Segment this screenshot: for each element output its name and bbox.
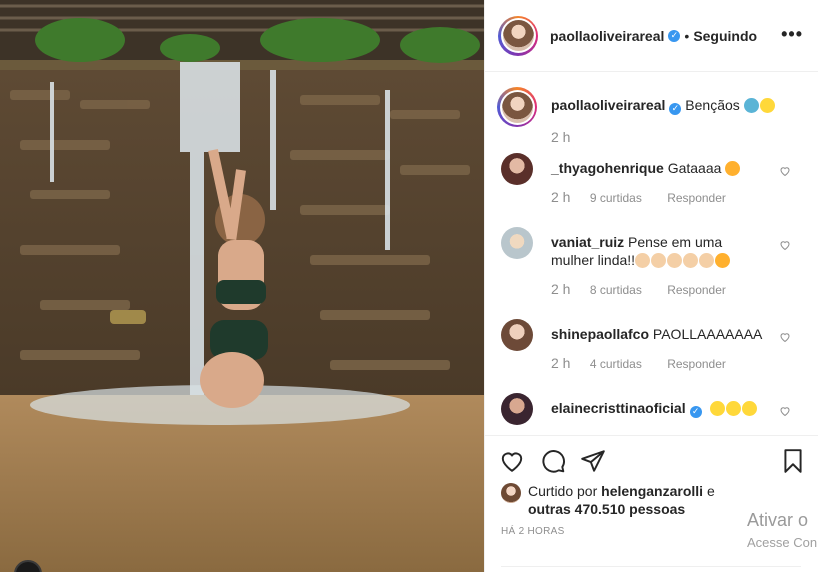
reply-button[interactable]: Responder <box>667 283 726 297</box>
post-time-ago[interactable]: HÁ 2 HORAS <box>501 526 565 537</box>
comments-list[interactable]: paollaoliveirareal ✓ Bençãos 2 h _thyagoh… <box>485 73 818 435</box>
bookmark-icon[interactable] <box>780 448 806 474</box>
comment-avatar[interactable] <box>501 227 533 259</box>
comment-heart-icon[interactable] <box>779 331 791 343</box>
comment-username[interactable]: shinepaollafco <box>551 326 649 342</box>
comment-username[interactable]: vaniat_ruiz <box>551 234 624 250</box>
comment-heart-icon[interactable] <box>779 405 791 417</box>
reply-button[interactable]: Responder <box>667 357 726 371</box>
comment-text: Gataaaa <box>667 160 722 176</box>
comment-likes[interactable]: 4 curtidas <box>590 357 642 371</box>
yellow-heart-emoji-icon <box>741 401 757 416</box>
comment-avatar[interactable] <box>501 393 533 425</box>
clap-emoji-icon <box>667 253 683 268</box>
liked-by-conj: e <box>706 483 715 499</box>
likes-count-link[interactable]: outras 470.510 pessoas <box>528 501 685 517</box>
author-avatar[interactable] <box>498 15 538 56</box>
clap-emoji-icon <box>651 253 667 268</box>
post-header: paollaoliveirareal ✓ • Seguindo ••• <box>485 0 818 72</box>
clap-emoji-icon <box>635 253 651 268</box>
comment-time: 2 h <box>551 355 571 371</box>
comment-likes[interactable]: 8 curtidas <box>590 283 642 297</box>
liker-username[interactable]: helenganzarolli <box>601 483 703 499</box>
caption-avatar[interactable] <box>497 87 537 127</box>
clap-emoji-icon <box>683 253 699 268</box>
caption-time: 2 h <box>551 129 571 145</box>
clap-emoji-icon <box>699 253 715 268</box>
comment-text: PAOLLAAAAAAA <box>652 326 763 342</box>
verified-badge-icon: ✓ <box>668 29 681 42</box>
heart-icon[interactable] <box>499 448 525 474</box>
reply-button[interactable]: Responder <box>667 191 726 205</box>
more-options-icon[interactable]: ••• <box>781 25 803 43</box>
yellow-heart-emoji-icon <box>709 401 725 416</box>
verified-badge-icon: ✓ <box>669 103 682 115</box>
comment-avatar[interactable] <box>501 153 533 185</box>
comment-heart-icon[interactable] <box>779 165 791 177</box>
author-username[interactable]: paollaoliveirareal <box>550 28 664 44</box>
windows-activation-subtitle: Acesse Con <box>747 535 818 550</box>
post-side-panel: paollaoliveirareal ✓ • Seguindo ••• paol… <box>484 0 818 572</box>
comment-time: 2 h <box>551 281 571 297</box>
comment-avatar[interactable] <box>501 319 533 351</box>
liker-avatar[interactable] <box>501 483 521 503</box>
comment-time: 2 h <box>551 189 571 205</box>
bird-emoji-icon <box>743 98 759 113</box>
windows-activation-title: Ativar o <box>747 510 809 530</box>
waterfall-photo-image <box>0 0 484 572</box>
yellow-heart-emoji-icon <box>759 98 775 113</box>
kiss-emoji-icon <box>715 253 731 268</box>
post-photo[interactable] <box>0 0 484 572</box>
comment-bubble-icon[interactable] <box>540 448 566 474</box>
comment-username[interactable]: elainecristtinaoficial <box>551 400 686 416</box>
paper-plane-icon[interactable] <box>580 448 606 474</box>
star-eyes-emoji-icon <box>725 161 741 176</box>
comment-username[interactable]: _thyagohenrique <box>551 160 664 176</box>
verified-badge-icon: ✓ <box>689 406 702 418</box>
caption-text: Bençãos <box>685 97 740 113</box>
comment-likes[interactable]: 9 curtidas <box>590 191 642 205</box>
caption-username[interactable]: paollaoliveirareal <box>551 97 665 113</box>
follow-status-button[interactable]: Seguindo <box>693 28 757 44</box>
yellow-heart-emoji-icon <box>725 401 741 416</box>
liked-by-prefix: Curtido por <box>528 483 598 499</box>
comment-heart-icon[interactable] <box>779 239 791 251</box>
header-separator: • <box>684 27 690 44</box>
add-comment-divider <box>501 566 801 572</box>
